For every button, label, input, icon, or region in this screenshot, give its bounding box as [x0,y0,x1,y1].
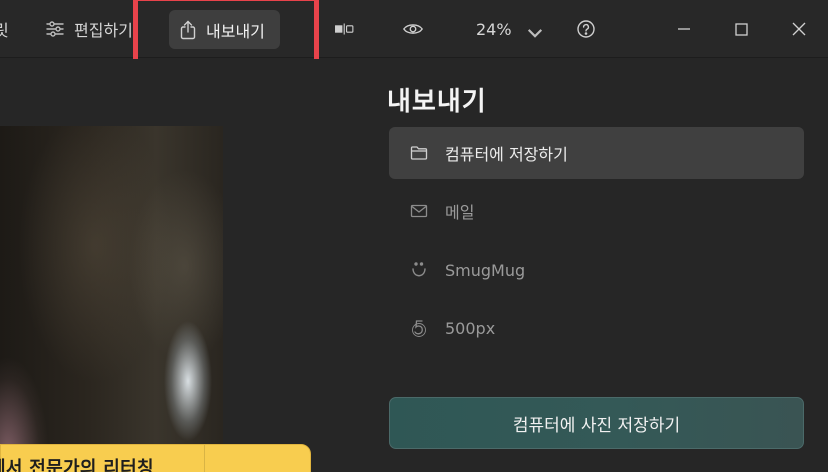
view-button[interactable] [402,10,424,48]
export-option-smugmug[interactable]: SmugMug [389,244,804,296]
maximize-icon [730,18,752,40]
toolbar: 릿 편집하기 내보내기 24% [0,0,828,79]
export-panel: 내보내기 컴퓨터에 저장하기 메일 SmugMug 500px 컴퓨터에 사진 … [372,59,828,472]
panel-title: 내보내기 [387,87,487,117]
promo-text: 에서 전문가의 리터칭 [0,458,154,472]
promo-banner[interactable]: 에서 전문가의 리터칭 [0,444,311,472]
export-option-label: 컴퓨터에 저장하기 [445,145,568,164]
zoom-value: 24% [476,19,512,39]
zoom-dropdown[interactable]: 24% [476,10,542,48]
photo-preview[interactable] [0,126,223,472]
mail-icon [409,201,429,221]
smugmug-icon [409,260,429,280]
500px-icon [409,318,429,338]
chevron-down-icon [524,22,542,38]
export-option-computer[interactable]: 컴퓨터에 저장하기 [389,127,804,179]
export-option-mail[interactable]: 메일 [389,185,804,237]
eye-icon [402,18,424,40]
previous-tab-label[interactable]: 릿 [0,10,9,48]
compare-icon [334,18,356,40]
maximize-button[interactable] [722,10,760,48]
folder-icon [409,143,429,163]
photo-canvas [0,59,372,472]
promo-divider [204,445,205,472]
export-option-label: 메일 [445,203,475,222]
sliders-icon [44,18,66,40]
export-option-label: 500px [445,318,496,338]
help-button[interactable] [575,10,597,48]
close-icon [788,18,810,40]
minimize-icon [673,18,695,40]
compare-button[interactable] [334,10,356,48]
help-circle-icon [575,18,597,40]
export-option-500px[interactable]: 500px [389,302,804,354]
close-button[interactable] [780,10,818,48]
export-option-label: SmugMug [445,260,526,280]
minimize-button[interactable] [665,10,703,48]
edit-button[interactable]: 편집하기 [44,10,133,48]
save-to-computer-button[interactable]: 컴퓨터에 사진 저장하기 [389,397,804,449]
edit-button-label: 편집하기 [74,21,133,40]
